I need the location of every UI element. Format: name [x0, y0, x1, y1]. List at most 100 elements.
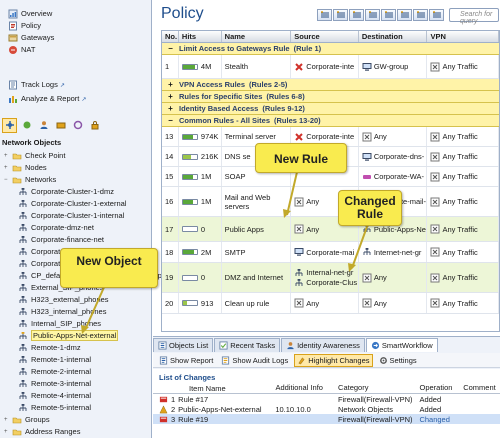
section-header[interactable]: − Common Rules - All Sites (Rules 13-20): [162, 115, 499, 127]
vpn-button[interactable]: [53, 118, 68, 133]
tree-folder[interactable]: + Groups: [0, 414, 152, 426]
tree-node[interactable]: Remote-1-dmz: [0, 342, 152, 354]
nav-item-nat[interactable]: NAT: [0, 44, 152, 56]
view-button[interactable]: [429, 9, 444, 21]
resources-button[interactable]: [70, 118, 85, 133]
tree-node[interactable]: Remote-5-internal: [0, 402, 152, 414]
rule-vpn[interactable]: Any Traffic: [427, 217, 499, 241]
tree-node[interactable]: Corporate-Cluster-1-internal: [0, 210, 152, 222]
nav-item-policy[interactable]: Policy: [0, 20, 152, 32]
tree-folder[interactable]: + Check Point: [0, 150, 152, 162]
tree-folder[interactable]: + Address Ranges: [0, 426, 152, 438]
services-button[interactable]: [19, 118, 34, 133]
rule-destination[interactable]: Any: [359, 293, 428, 313]
tree-node[interactable]: Remote-3-internal: [0, 378, 152, 390]
changes-column-header[interactable]: Comment: [463, 383, 500, 393]
rule-row[interactable]: 19 0 DMZ and Internet Internal-net-gr Corpor…: [162, 263, 499, 293]
tree-node[interactable]: Corporate-Cluster-1-dmz: [0, 186, 152, 198]
section-header[interactable]: + VPN Access Rules (Rules 2-5): [162, 79, 499, 91]
rule-vpn[interactable]: Any Traffic: [427, 242, 499, 262]
rule-vpn[interactable]: Any Traffic: [427, 127, 499, 146]
rule-destination[interactable]: Corporate-dns-: [359, 147, 428, 166]
rule-source[interactable]: Any: [291, 293, 359, 313]
tab-recent-tasks[interactable]: Recent Tasks: [214, 338, 281, 352]
users-button[interactable]: [36, 118, 51, 133]
rule-destination[interactable]: Internet-net-gr: [359, 242, 428, 262]
column-header[interactable]: Source: [291, 31, 359, 42]
expand-toggle-icon[interactable]: +: [4, 162, 12, 174]
nav-item-overview[interactable]: Overview: [0, 8, 152, 20]
changes-column-header[interactable]: Item Name: [159, 383, 275, 393]
tree-folder[interactable]: − Networks: [0, 174, 152, 186]
rule-name[interactable]: Public Apps: [222, 217, 292, 241]
tree-node[interactable]: Corporate-dmz-net: [0, 222, 152, 234]
tree-node[interactable]: Corporate-finance-net: [0, 234, 152, 246]
rule-vpn[interactable]: Any Traffic: [427, 293, 499, 313]
column-header[interactable]: VPN: [427, 31, 499, 42]
tree-node[interactable]: Remote-2-internal: [0, 366, 152, 378]
tab-objects-list[interactable]: Objects List: [153, 338, 214, 352]
nav-item-gateways[interactable]: Gateways: [0, 32, 152, 44]
tree-node[interactable]: H323_internal_phones: [0, 306, 152, 318]
add-rule-bottom-button[interactable]: [365, 9, 380, 21]
rule-row[interactable]: 18 2M SMTP Corporate-mai Internet-net-gr Any …: [162, 242, 499, 263]
audit-logs-button[interactable]: Show Audit Logs: [219, 354, 290, 367]
add-rule-top-button[interactable]: [349, 9, 364, 21]
changes-column-header[interactable]: Additional Info: [275, 383, 338, 393]
settings-button[interactable]: Settings: [377, 354, 419, 367]
rule-row[interactable]: 17 0 Public Apps Any Public-Apps-Ne Any Traff…: [162, 217, 499, 242]
tree-node[interactable]: Internal_SIP_phones: [0, 318, 152, 330]
rule-vpn[interactable]: Any Traffic: [427, 55, 499, 78]
lock-button[interactable]: [87, 118, 102, 133]
expand-section-icon[interactable]: +: [162, 79, 179, 91]
column-header[interactable]: Hits: [179, 31, 222, 42]
section-header[interactable]: + Rules for Specific Sites (Rules 6-8): [162, 91, 499, 103]
rule-destination[interactable]: Any: [359, 127, 428, 146]
tree-node[interactable]: Corporate-Cluster-1-external: [0, 198, 152, 210]
changes-row[interactable]: 2 Public-Apps-Net-external 10.10.10.0 Netwo…: [153, 404, 500, 414]
search-input[interactable]: Search for query: [449, 8, 499, 25]
rule-destination[interactable]: GW-group: [359, 55, 428, 78]
changes-row[interactable]: 3 Rule #19 Firewall(Firewall-VPN) Changed: [153, 414, 500, 424]
tree-node[interactable]: Public-Apps-Net-external: [0, 330, 152, 342]
report-button[interactable]: Show Report: [157, 354, 215, 367]
tree-node[interactable]: Remote-1-internal: [0, 354, 152, 366]
rule-name[interactable]: Mail and Web servers: [222, 187, 292, 216]
rule-row[interactable]: 161MMail and Web serversAnyCorporate-mai…: [162, 187, 499, 217]
rule-source[interactable]: Corporate-mai: [291, 242, 359, 262]
section-header[interactable]: + Identity Based Access (Rules 9-12): [162, 103, 499, 115]
add-rule-above-button[interactable]: [317, 9, 332, 21]
rule-name[interactable]: DMZ and Internet: [222, 263, 292, 292]
rule-source[interactable]: Corporate-inte: [291, 55, 359, 78]
section-header[interactable]: − Limit Access to Gateways Rule (Rule 1): [162, 43, 499, 55]
tree-folder[interactable]: + Nodes: [0, 162, 152, 174]
changes-row[interactable]: 1 Rule #17 Firewall(Firewall-VPN) Added: [153, 394, 500, 404]
rule-source[interactable]: Internal-net-gr Corporate-Clus: [291, 263, 359, 292]
tab-smartworkflow[interactable]: SmartWorkflow: [365, 338, 438, 352]
nav-link-analyze-report[interactable]: Analyze & Report ↗: [0, 92, 152, 106]
rule-destination[interactable]: Any: [359, 263, 428, 292]
column-header[interactable]: Name: [222, 31, 292, 42]
tree-node[interactable]: Remote-4-internal: [0, 390, 152, 402]
changes-column-header[interactable]: Operation: [420, 383, 464, 393]
collapse-button[interactable]: [397, 9, 412, 21]
highlight-button[interactable]: Highlight Changes: [294, 353, 373, 367]
changes-column-header[interactable]: Category: [338, 383, 419, 393]
filter-button[interactable]: [413, 9, 428, 21]
column-header[interactable]: No.: [162, 31, 179, 42]
expand-section-icon[interactable]: +: [162, 103, 179, 115]
collapse-section-icon[interactable]: −: [162, 115, 179, 127]
rule-name[interactable]: SMTP: [222, 242, 292, 262]
tree-node[interactable]: H323_external_phones: [0, 294, 152, 306]
rule-vpn[interactable]: Any Traffic: [427, 187, 499, 216]
rule-destination[interactable]: Corporate-WA-: [359, 167, 428, 186]
expand-toggle-icon[interactable]: +: [4, 414, 12, 426]
rule-row[interactable]: 20 913 Clean up rule Any Any Any Traffic: [162, 293, 499, 314]
expand-toggle-icon[interactable]: −: [4, 174, 12, 186]
expand-section-icon[interactable]: +: [162, 91, 179, 103]
add-section-button[interactable]: [381, 9, 396, 21]
rule-name[interactable]: Clean up rule: [222, 293, 292, 313]
rule-name[interactable]: Stealth: [222, 55, 292, 78]
add-rule-below-button[interactable]: [333, 9, 348, 21]
collapse-section-icon[interactable]: −: [162, 43, 179, 55]
